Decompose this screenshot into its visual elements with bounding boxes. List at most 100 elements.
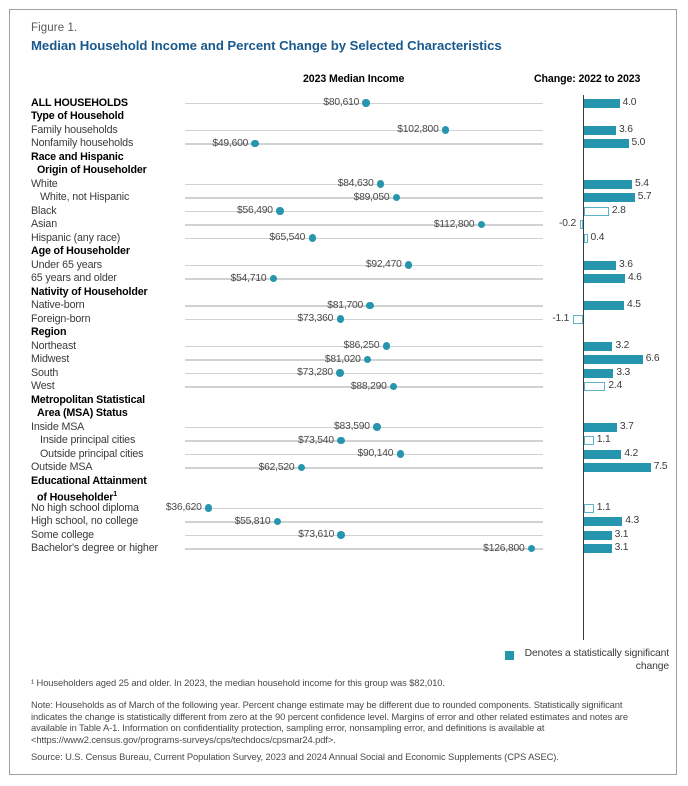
- change-value: 1.1: [596, 434, 611, 446]
- table-row: Inside principal cities $73,540 1.1: [0, 434, 688, 448]
- table-row: White $84,630 5.4: [0, 178, 688, 192]
- row-label: Area (MSA) Status: [37, 407, 128, 419]
- table-row: ALL HOUSEHOLDS $80,610 4.0: [0, 97, 688, 111]
- income-value: $88,290: [350, 380, 387, 392]
- change-bar-significant: [584, 139, 629, 149]
- income-dot: [389, 382, 398, 391]
- row-label: Race and Hispanic: [31, 150, 124, 163]
- figure-page: Figure 1. Median Household Income and Pe…: [0, 0, 688, 786]
- change-value: 5.4: [635, 177, 649, 189]
- table-row: Asian $112,800 -0.2: [0, 218, 688, 232]
- income-dot: [297, 463, 306, 472]
- change-bar-significant: [584, 355, 643, 365]
- row-label: Educational Attainment: [31, 474, 147, 487]
- income-dot: [251, 139, 259, 148]
- table-row: Hispanic (any race) $65,540 0.4: [0, 232, 688, 246]
- change-bar-not-significant: [584, 233, 588, 243]
- table-row: Under 65 years $92,470 3.6: [0, 259, 688, 273]
- change-bar-significant: [584, 449, 622, 459]
- row-label: Origin of Householder: [37, 164, 147, 176]
- income-value: $81,020: [324, 353, 361, 365]
- table-row: Nativity of Householder: [0, 286, 688, 300]
- footnote-note: Note: Households as of March of the foll…: [31, 699, 628, 745]
- income-dot: [269, 274, 278, 283]
- income-dot: [382, 342, 391, 350]
- change-bar-significant: [584, 422, 617, 432]
- table-row: White, not Hispanic $89,050 5.7: [0, 191, 688, 205]
- table-row: Outside MSA $62,520 7.5: [0, 461, 688, 475]
- legend-swatch-significant: [505, 651, 514, 660]
- change-bar-significant: [584, 368, 614, 378]
- income-value: $73,540: [298, 434, 334, 446]
- row-label: Type of Household: [31, 110, 124, 122]
- table-row: No high school diploma $36,620 1.1: [0, 502, 688, 516]
- income-value: $84,630: [337, 178, 374, 190]
- change-value: 3.7: [619, 420, 634, 432]
- income-value: $90,140: [357, 448, 394, 460]
- income-dot: [441, 126, 450, 134]
- table-row: High school, no college $55,810 4.3: [0, 515, 688, 529]
- income-value: $65,540: [269, 232, 306, 244]
- change-bar-not-significant: [584, 503, 594, 513]
- table-row: Native-born $81,700 4.5: [0, 299, 688, 313]
- table-row: 65 years and older $54,710 4.6: [0, 272, 688, 286]
- change-value: 0.4: [590, 231, 605, 243]
- income-dot: [337, 531, 345, 539]
- change-bar-significant: [584, 193, 635, 203]
- income-value: $73,610: [298, 529, 335, 541]
- change-bar-significant: [584, 341, 613, 351]
- row-label: Nativity of Householder: [31, 285, 148, 298]
- income-dot: [376, 180, 385, 188]
- change-bar-not-significant: [580, 220, 583, 230]
- income-dot: [336, 369, 344, 377]
- income-dot: [204, 504, 213, 512]
- row-label: Metropolitan Statistical: [31, 393, 145, 406]
- change-bar-significant: [584, 98, 620, 108]
- change-value: 3.1: [614, 542, 629, 554]
- change-value: 3.1: [614, 528, 629, 540]
- income-value: $126,800: [483, 542, 525, 554]
- income-track: [185, 507, 543, 510]
- change-bar-not-significant: [584, 382, 606, 392]
- income-value: $80,610: [323, 97, 360, 109]
- table-row: Metropolitan Statistical: [0, 394, 688, 408]
- income-dot: [527, 544, 536, 553]
- change-value: 4.0: [622, 96, 637, 108]
- change-value: 3.6: [619, 123, 633, 135]
- row-label: Age of Householder: [31, 245, 130, 257]
- table-row: Northeast $86,250 3.2: [0, 340, 688, 354]
- income-value: $92,470: [365, 259, 402, 271]
- change-bar-significant: [584, 125, 617, 135]
- change-bar-significant: [584, 463, 651, 473]
- change-value: 4.5: [627, 299, 641, 311]
- change-bar-significant: [584, 517, 623, 527]
- table-row: Age of Householder: [0, 245, 688, 259]
- change-value: 4.6: [627, 272, 642, 284]
- income-value: $102,800: [397, 124, 439, 136]
- footnote-1: ¹ Householders aged 25 and older. In 202…: [31, 677, 445, 688]
- table-row: Black $56,490 2.8: [0, 205, 688, 219]
- change-value: 1.1: [596, 501, 611, 513]
- income-dot: [276, 207, 284, 215]
- income-value: $83,590: [334, 421, 370, 433]
- table-row: Bachelor's degree or higher $126,800 3.1: [0, 542, 688, 556]
- income-dot: [337, 436, 345, 445]
- income-dot: [392, 193, 401, 202]
- table-row: Some college $73,610 3.1: [0, 529, 688, 543]
- change-value: -0.2: [559, 218, 576, 230]
- change-bar-significant: [584, 530, 612, 540]
- income-dot: [362, 99, 370, 107]
- table-row: Family households $102,800 3.6: [0, 124, 688, 138]
- table-row: Race and Hispanic: [0, 151, 688, 165]
- income-value: $55,810: [234, 515, 271, 527]
- change-bar-not-significant: [584, 206, 609, 216]
- table-row: of Householder1: [0, 488, 688, 504]
- legend-label: Denotes a statistically significant chan…: [524, 648, 669, 672]
- table-row: Foreign-born $73,360 -1.1: [0, 313, 688, 327]
- table-row: Inside MSA $83,590 3.7: [0, 421, 688, 435]
- change-value: 6.6: [645, 353, 660, 365]
- change-bar-significant: [584, 274, 625, 284]
- income-dot: [396, 450, 404, 458]
- footnote-source: Source: U.S. Census Bureau, Current Popu…: [31, 751, 559, 762]
- income-dot: [404, 261, 413, 269]
